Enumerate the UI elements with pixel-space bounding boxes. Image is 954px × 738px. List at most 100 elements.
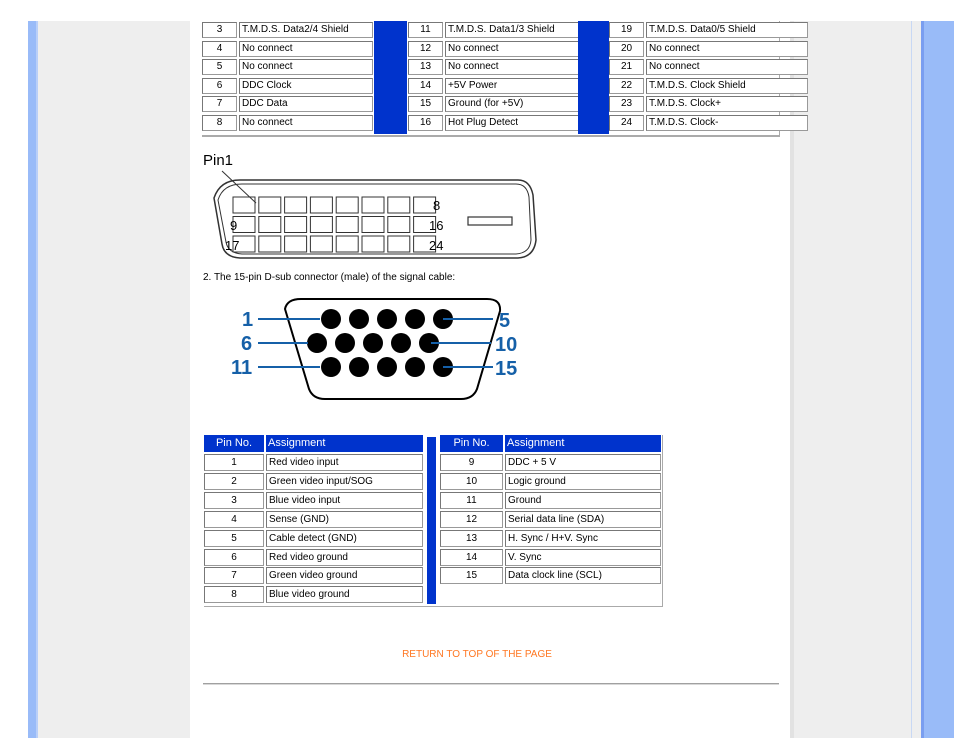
dvi-pin-socket: [309, 216, 333, 233]
dvi-pin-number: 14: [408, 77, 443, 94]
dvi-pin-assignment: T.M.D.S. Clock+: [646, 96, 808, 113]
dvi-connector-diagram: 8 9 16 17 24: [213, 170, 537, 259]
pin1-pointer: [221, 170, 257, 204]
dsub-connector-diagram: 1 6 11 5 10 15: [231, 298, 517, 400]
dvi-pin-number: 19: [609, 22, 644, 38]
vga-pin-number: 12: [440, 510, 503, 528]
dsub-pin: [335, 333, 355, 353]
dvi-pin-socket: [258, 216, 282, 233]
dvi-label-8: 8: [433, 198, 440, 213]
dvi-pin-number: 21: [609, 59, 644, 76]
right-sidebar: [790, 21, 922, 738]
dvi-pin-assignment: T.M.D.S. Clock Shield: [646, 77, 808, 94]
dvi-pin-number: 7: [202, 96, 237, 113]
vga-pin-number: 10: [440, 472, 503, 490]
dsub-pin: [377, 357, 397, 377]
dsub-label-11: 11: [231, 357, 252, 379]
dsub-pin: [377, 309, 397, 329]
vga-pin-number: 8: [204, 586, 264, 604]
dvi-pin-socket: [309, 235, 333, 253]
right-page-margin-edge: [921, 21, 924, 738]
vga-left-header-assignment: Assignment: [266, 435, 423, 452]
dvi-pin-assignment: T.M.D.S. Data1/3 Shield: [445, 22, 579, 38]
dvi-label-24: 24: [429, 238, 443, 253]
vga-right-header-assignment: Assignment: [505, 435, 661, 452]
dvi-pin-socket: [361, 235, 385, 253]
vga-pin-assignment: Logic ground: [505, 472, 661, 490]
vga-pin-assignment: Serial data line (SDA): [505, 510, 661, 528]
dsub-pin: [307, 333, 327, 353]
dvi-label-9: 9: [230, 218, 237, 233]
dsub-pin: [349, 357, 369, 377]
dvi-pin-number: 3: [202, 22, 237, 38]
dvi-pin-assignment: No connect: [239, 115, 373, 131]
dvi-pin-number: 6: [202, 77, 237, 94]
vga-pin-number: 7: [204, 567, 264, 585]
dvi-pin-number: 8: [202, 115, 237, 131]
dsub-label-15: 15: [495, 358, 517, 380]
dsub-pin: [349, 309, 369, 329]
right-page-margin-bar: [921, 21, 954, 738]
dsub-label-5: 5: [499, 310, 510, 332]
dvi-flat-blade: [467, 216, 513, 226]
vga-pin-assignment: Cable detect (GND): [266, 529, 423, 547]
vga-pin-assignment: DDC + 5 V: [505, 454, 661, 471]
dvi-pin-socket: [361, 196, 385, 214]
dvi-pin-number: 23: [609, 96, 644, 113]
dvi-pin-assignment: DDC Clock: [239, 77, 373, 94]
vga-pin-number: 13: [440, 529, 503, 547]
dvi-pin-assignment: No connect: [646, 59, 808, 76]
dvi-pin-socket: [284, 196, 308, 214]
dvi-pin-socket: [309, 196, 333, 214]
dvi-pin-assignment: +5V Power: [445, 77, 579, 94]
dvi-pin-assignment: No connect: [239, 59, 373, 76]
dvi-pin-number: 15: [408, 96, 443, 113]
horizontal-rule: [203, 683, 779, 685]
dsub-label-1: 1: [242, 309, 253, 331]
vga-pin-assignment: Red video input: [266, 454, 423, 471]
dvi-pin-socket: [258, 235, 282, 253]
vga-pin-number: 2: [204, 472, 264, 490]
vga-pin-number: 3: [204, 491, 264, 509]
dvi-label-17: 17: [225, 238, 239, 253]
dvi-pin-socket: [387, 235, 411, 253]
dvi-pin-number: 24: [609, 115, 644, 131]
dvi-outer-shell: [213, 179, 537, 259]
vga-pin-assignment: Blue video input: [266, 491, 423, 509]
dvi-column-separator: [374, 21, 407, 134]
vga-pin-number: 5: [204, 529, 264, 547]
vga-pin-assignment: Sense (GND): [266, 510, 423, 528]
dvi-pin-socket: [335, 216, 359, 233]
dvi-inner-shell: [217, 183, 532, 255]
vga-pin-assignment: Green video ground: [266, 567, 423, 585]
dvi-pin-socket: [284, 216, 308, 233]
dvi-pin-number: 12: [408, 40, 443, 57]
dvi-pin-assignment: T.M.D.S. Data2/4 Shield: [239, 22, 373, 38]
vga-pin-number: 15: [440, 567, 503, 585]
vga-pin-assignment: H. Sync / H+V. Sync: [505, 529, 661, 547]
dsub-label-10: 10: [495, 334, 517, 356]
vga-pin-table: Pin No. Assignment Pin No. Assignment 1R…: [204, 435, 663, 607]
dsub-pin: [405, 357, 425, 377]
vga-pin-number: 14: [440, 548, 503, 566]
dsub-label-6: 6: [241, 333, 252, 355]
return-to-top-link[interactable]: RETURN TO TOP OF THE PAGE: [402, 649, 552, 660]
dvi-pin-socket: [284, 235, 308, 253]
dvi-label-16: 16: [429, 218, 443, 233]
dvi-pin-number: 11: [408, 22, 443, 38]
dvi-pin-assignment: No connect: [646, 40, 808, 57]
vga-pin-assignment: Ground: [505, 491, 661, 509]
dvi-pin-assignment: Hot Plug Detect: [445, 115, 579, 131]
dvi-pin-number: 20: [609, 40, 644, 57]
dvi-pin-socket: [387, 196, 411, 214]
vga-column-separator: [427, 437, 436, 604]
vga-left-header-pin: Pin No.: [204, 435, 264, 452]
right-sidebar-divider: [911, 21, 912, 738]
dsub-pin: [363, 333, 383, 353]
dvi-pin-socket: [335, 196, 359, 214]
dsub-caption: 2. The 15-pin D-sub connector (male) of …: [203, 272, 456, 283]
vga-pin-assignment: V. Sync: [505, 548, 661, 566]
dvi-pin-number: 4: [202, 40, 237, 57]
dvi-pin-assignment: T.M.D.S. Data0/5 Shield: [646, 22, 808, 38]
dvi-pin-assignment: T.M.D.S. Clock-: [646, 115, 808, 131]
